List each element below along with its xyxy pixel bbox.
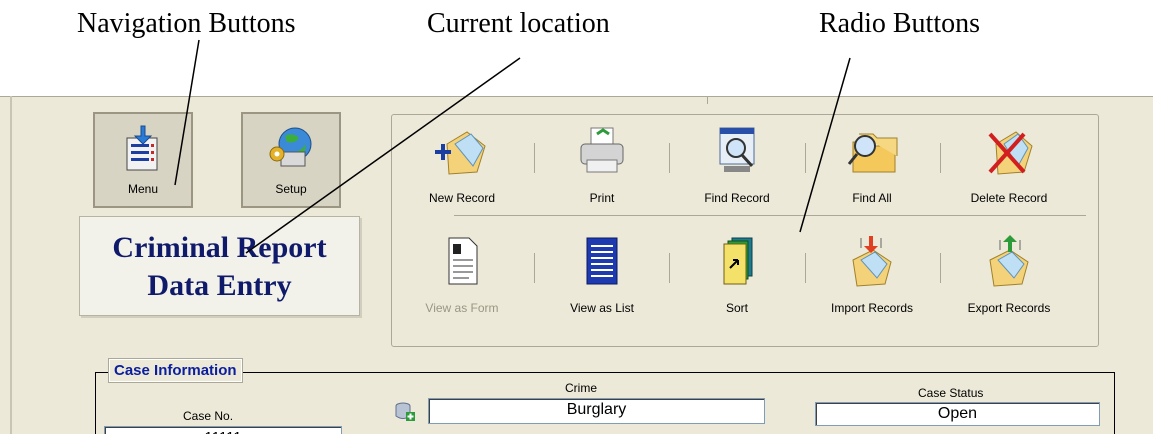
toolbar-row-divider (454, 215, 1086, 216)
tool-label: New Record (428, 191, 496, 205)
tool-label: Print (589, 191, 615, 205)
tool-label: View as List (570, 301, 634, 315)
toolbar-separator (805, 253, 806, 283)
list-view-icon (586, 237, 618, 285)
toolbar-separator (940, 143, 941, 173)
callout-current-location: Current location (427, 8, 610, 39)
database-add-icon[interactable] (394, 401, 416, 423)
print-button[interactable]: Print (537, 124, 667, 205)
sort-icon (723, 237, 753, 285)
toolbar-separator (534, 253, 535, 283)
delete-record-button[interactable]: Delete Record (944, 124, 1074, 205)
import-records-button[interactable]: Import Records (807, 234, 937, 315)
export-icon (989, 235, 1029, 287)
callout-radio-buttons: Radio Buttons (819, 8, 981, 39)
find-all-button[interactable]: Find All (807, 124, 937, 205)
case-status-label: Case Status (918, 386, 984, 400)
tool-label: Delete Record (970, 191, 1048, 205)
setup-label: Setup (275, 182, 307, 196)
tool-label: Export Records (967, 301, 1051, 315)
tool-label: Import Records (830, 301, 914, 315)
crime-field[interactable]: Burglary (428, 398, 765, 424)
case-information-legend: Case Information (109, 359, 242, 382)
new-record-button[interactable]: New Record (397, 124, 527, 205)
find-record-button[interactable]: Find Record (672, 124, 802, 205)
printer-icon (580, 127, 624, 173)
sort-button[interactable]: Sort (672, 234, 802, 315)
toolbar-separator (669, 143, 670, 173)
tool-label: Find All (852, 191, 892, 205)
case-status-field[interactable]: Open (815, 402, 1100, 426)
location-line-1: Criminal Report (112, 231, 327, 264)
case-no-field[interactable]: 11111 (104, 426, 342, 434)
setup-button[interactable]: Setup (241, 112, 341, 208)
top-divider (707, 96, 708, 104)
menu-icon (126, 125, 158, 171)
view-as-form-button[interactable]: View as Form (397, 234, 527, 315)
form-view-icon (448, 237, 478, 285)
menu-label: Menu (127, 182, 159, 196)
view-as-list-button[interactable]: View as List (537, 234, 667, 315)
crime-label: Crime (565, 381, 597, 395)
toolbar-separator (805, 143, 806, 173)
delete-record-icon (988, 131, 1033, 175)
toolbar-separator (534, 143, 535, 173)
callout-navigation-buttons: Navigation Buttons (77, 8, 296, 39)
case-no-label: Case No. (183, 409, 234, 423)
menu-button[interactable]: Menu (93, 112, 193, 208)
application-window: Menu Setup Criminal Report Data Entry Ne… (0, 96, 1153, 434)
left-border (10, 96, 12, 434)
new-record-icon (435, 131, 486, 175)
current-location-title: Criminal Report Data Entry (79, 216, 360, 316)
tool-label: Find Record (704, 191, 770, 205)
location-line-2: Data Entry (147, 269, 292, 302)
toolbar-separator (669, 253, 670, 283)
export-records-button[interactable]: Export Records (944, 234, 1074, 315)
setup-icon (269, 127, 312, 167)
find-record-icon (719, 127, 755, 172)
top-border (0, 96, 1153, 97)
tool-label: View as Form (425, 301, 499, 315)
toolbar-separator (940, 253, 941, 283)
import-icon (852, 236, 892, 287)
tool-label: Sort (725, 301, 748, 315)
find-all-icon (847, 133, 898, 173)
